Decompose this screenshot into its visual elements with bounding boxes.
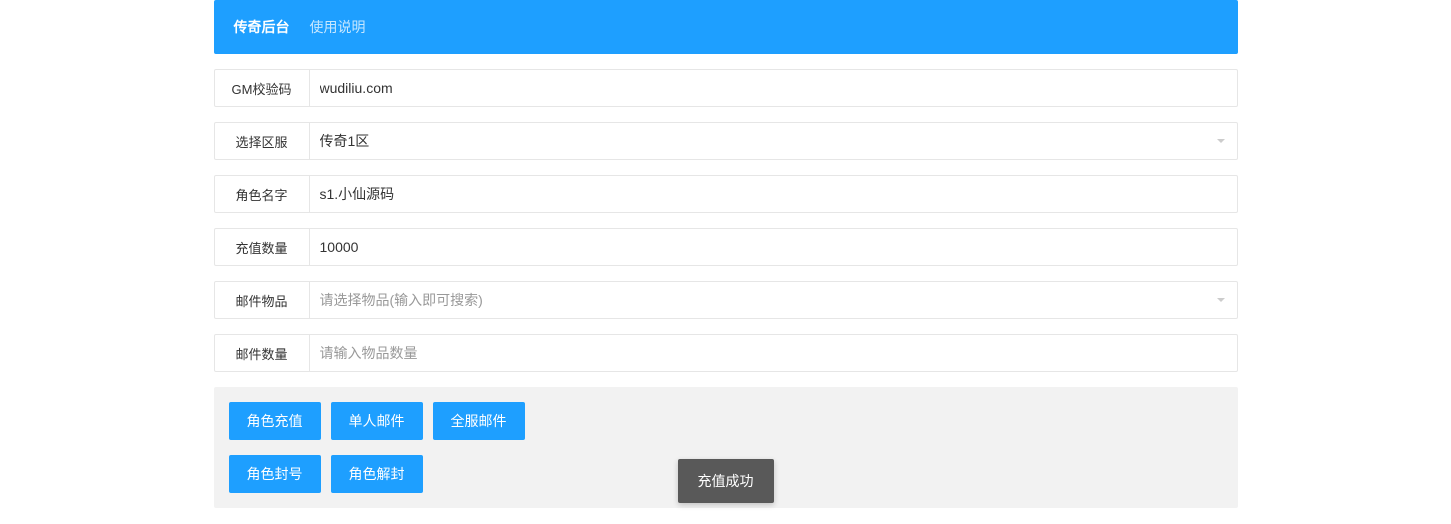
nav-tab-backend[interactable]: 传奇后台 [234,17,290,37]
navbar: 传奇后台 使用说明 [214,0,1238,54]
row-mail-item: 邮件物品 [214,281,1238,319]
input-amount[interactable] [310,229,1237,265]
select-wrap-mail-item[interactable] [310,282,1237,318]
all-mail-button[interactable]: 全服邮件 [433,402,525,440]
toast-message: 充值成功 [678,459,774,503]
row-gm-code: GM校验码 [214,69,1238,107]
form-area: GM校验码 选择区服 角色名字 充值数量 邮件物品 [214,69,1238,508]
select-wrap-server[interactable] [310,123,1237,159]
input-role-name[interactable] [310,176,1237,212]
input-wrap-gm-code [310,70,1237,106]
label-mail-qty: 邮件数量 [215,335,310,371]
select-server[interactable] [310,123,1237,159]
row-amount: 充值数量 [214,228,1238,266]
row-server: 选择区服 [214,122,1238,160]
nav-tab-instructions[interactable]: 使用说明 [310,17,366,37]
label-role-name: 角色名字 [215,176,310,212]
input-wrap-amount [310,229,1237,265]
label-mail-item: 邮件物品 [215,282,310,318]
single-mail-button[interactable]: 单人邮件 [331,402,423,440]
row-role-name: 角色名字 [214,175,1238,213]
input-wrap-mail-qty [310,335,1237,371]
select-mail-item[interactable] [310,282,1237,318]
input-gm-code[interactable] [310,70,1237,106]
input-wrap-role-name [310,176,1237,212]
row-mail-qty: 邮件数量 [214,334,1238,372]
recharge-button[interactable]: 角色充值 [229,402,321,440]
label-server: 选择区服 [215,123,310,159]
ban-button[interactable]: 角色封号 [229,455,321,493]
label-amount: 充值数量 [215,229,310,265]
unban-button[interactable]: 角色解封 [331,455,423,493]
button-row-1: 角色充值 单人邮件 全服邮件 [229,402,1223,440]
label-gm-code: GM校验码 [215,70,310,106]
input-mail-qty[interactable] [310,335,1237,371]
